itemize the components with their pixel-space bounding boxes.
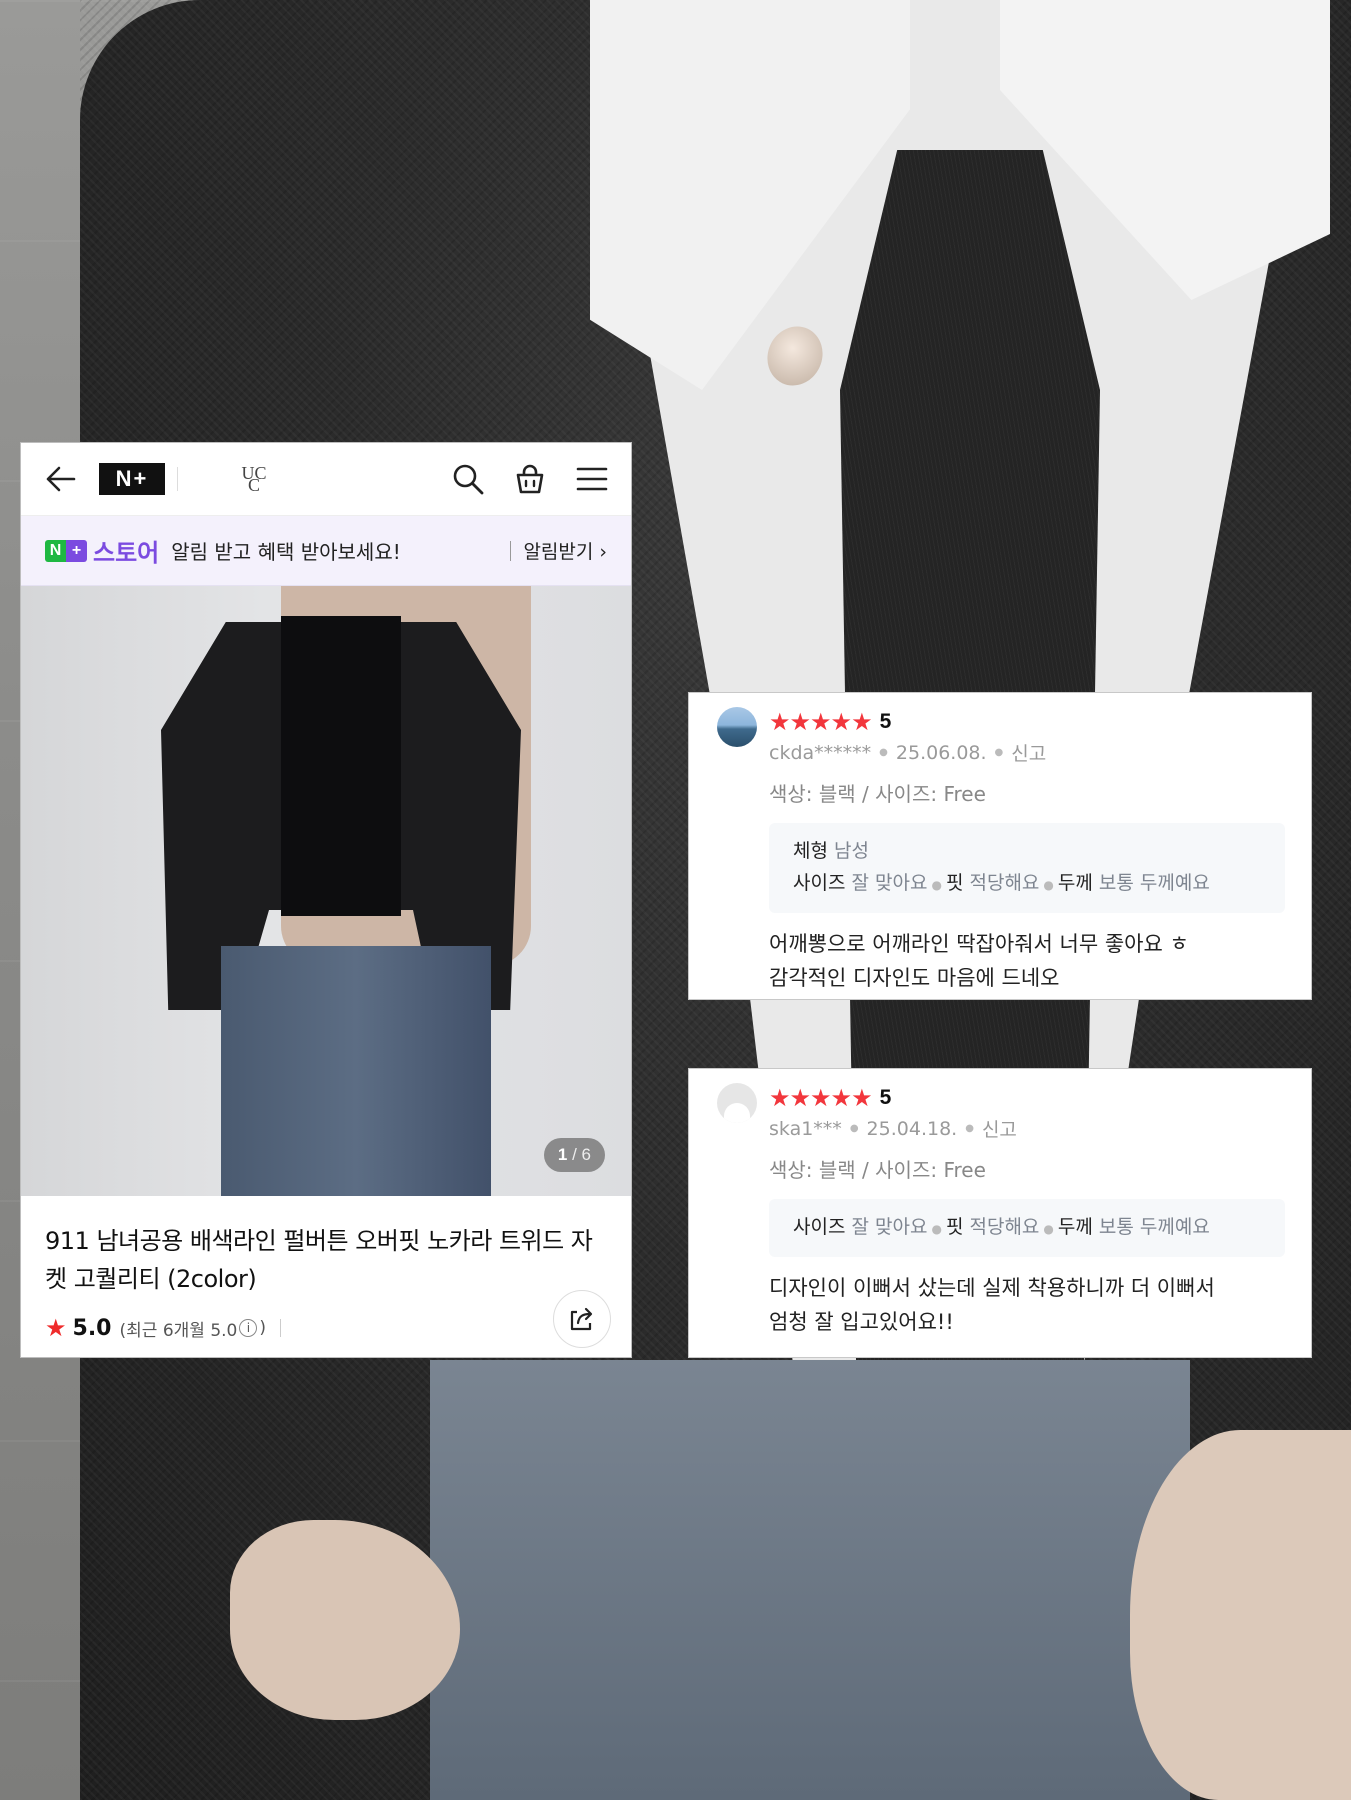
star-icons: ★★★★★ xyxy=(769,708,873,736)
header-actions xyxy=(451,462,609,496)
product-info: 911 남녀공용 배색라인 펄버튼 오버핏 노카라 트위드 자켓 고퀄리티 (2… xyxy=(21,1196,631,1348)
menu-icon[interactable] xyxy=(575,462,609,496)
info-icon[interactable]: i xyxy=(239,1319,258,1337)
back-arrow-icon[interactable] xyxy=(43,461,79,497)
review-meta: ska1*** ● 25.04.18. ● 신고 xyxy=(769,1115,1285,1142)
fit-summary: 사이즈 잘 맞아요 ● 핏 적당해요 ● 두께 보통 두께예요 xyxy=(769,1199,1285,1257)
review-date: 25.06.08. xyxy=(895,741,987,764)
right-hand xyxy=(1130,1430,1351,1800)
jeans xyxy=(430,1360,1190,1800)
shop-logo[interactable]: UC C xyxy=(236,464,272,494)
top-bar: N+ UC C xyxy=(21,443,631,516)
store-screenshot: N+ UC C N + 스토어 알림 받고 혜택 받아보세요! 알림받기 › 1… xyxy=(20,442,632,1358)
image-pager: 1 / 6 xyxy=(543,1138,605,1172)
rating-summary: ★ 5.0 (최근 6개월 5.0 i ) xyxy=(45,1314,607,1342)
fit-summary: 체형 남성 사이즈 잘 맞아요 ● 핏 적당해요 ● 두께 보통 두께예요 xyxy=(769,823,1285,913)
rating-score: 5.0 xyxy=(72,1315,112,1341)
report-link[interactable]: 신고 xyxy=(1011,739,1046,766)
review-rating: ★★★★★ 5 xyxy=(769,707,1285,737)
review-rating: ★★★★★ 5 xyxy=(769,1083,1285,1113)
purchase-option: 색상: 블랙 / 사이즈: Free xyxy=(769,782,986,806)
avatar xyxy=(717,1083,757,1123)
recent-rating: (최근 6개월 5.0 xyxy=(119,1320,238,1341)
share-button[interactable] xyxy=(553,1290,611,1348)
review-meta: ckda****** ● 25.06.08. ● 신고 xyxy=(769,739,1285,766)
review-user: ska1*** xyxy=(769,1117,842,1140)
star-icon: ★ xyxy=(45,1314,67,1342)
review-card: ★★★★★ 5 ska1*** ● 25.04.18. ● 신고 색상: 블랙 … xyxy=(688,1068,1312,1358)
divider xyxy=(280,1319,281,1337)
notification-banner: N + 스토어 알림 받고 혜택 받아보세요! 알림받기 › xyxy=(21,516,631,586)
cart-icon[interactable] xyxy=(513,462,547,496)
naver-plus-badge: N + xyxy=(45,539,87,562)
avatar xyxy=(717,707,757,747)
store-brand: 스토어 xyxy=(93,539,160,567)
banner-message: 알림 받고 혜택 받아보세요! xyxy=(171,540,401,564)
divider xyxy=(510,540,512,561)
review-score: 5 xyxy=(879,1086,892,1109)
review-user: ckda****** xyxy=(769,741,872,764)
subscribe-alert-link[interactable]: 알림받기 › xyxy=(523,537,607,564)
model-figure xyxy=(161,586,531,1196)
purchase-option: 색상: 블랙 / 사이즈: Free xyxy=(769,1158,986,1182)
review-text: 어깨뽕으로 어깨라인 딱잡아줘서 너무 좋아요 ㅎ 감각적인 디자인도 마음에 … xyxy=(769,932,1189,990)
report-link[interactable]: 신고 xyxy=(982,1115,1017,1142)
naver-plus-logo[interactable]: N+ xyxy=(99,463,165,495)
review-date: 25.04.18. xyxy=(866,1117,958,1140)
review-card: ★★★★★ 5 ckda****** ● 25.06.08. ● 신고 색상: … xyxy=(688,692,1312,1000)
review-text: 디자인이 이뻐서 샀는데 실제 착용하니까 더 이뻐서 엄청 잘 입고있어요!! xyxy=(769,1276,1215,1334)
review-score: 5 xyxy=(879,710,892,733)
product-title: 911 남녀공용 배색라인 펄버튼 오버핏 노카라 트위드 자켓 고퀄리티 (2… xyxy=(45,1227,593,1293)
share-icon xyxy=(570,1307,593,1331)
divider xyxy=(177,467,178,491)
star-icons: ★★★★★ xyxy=(769,1084,873,1112)
search-icon[interactable] xyxy=(451,462,485,496)
product-image[interactable]: 1 / 6 xyxy=(21,586,631,1196)
